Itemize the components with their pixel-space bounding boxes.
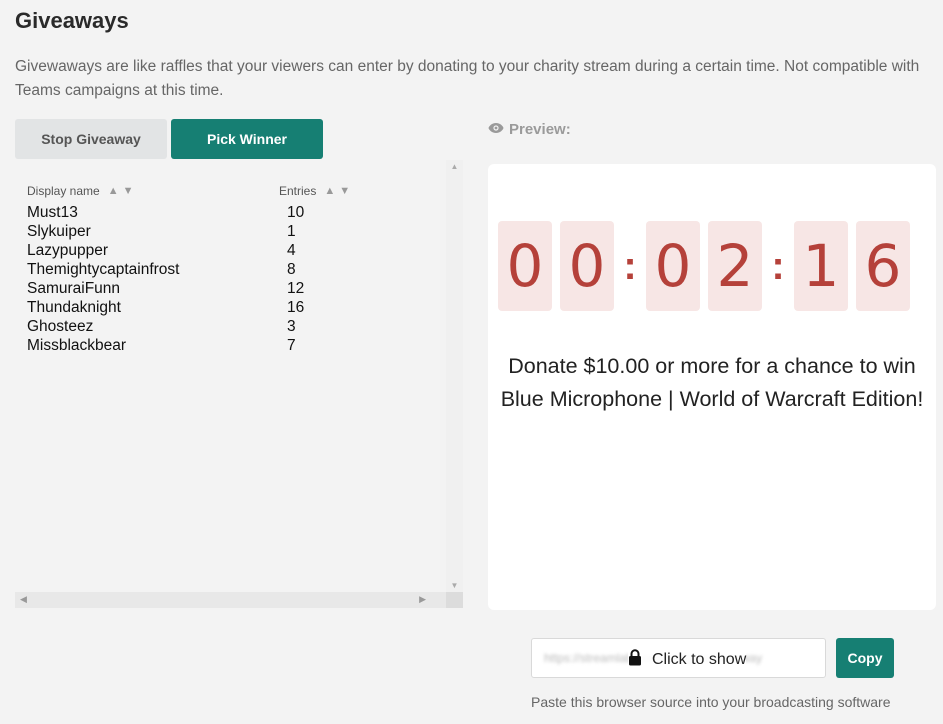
entrant-name: Must13 — [27, 204, 78, 221]
countdown-separator: : — [771, 243, 785, 288]
entries-table-body: Must13 10 Slykuiper 1 Lazypupper 4 Themi… — [27, 204, 347, 356]
countdown-digit: 6 — [856, 221, 910, 311]
entrant-name: Lazypupper — [27, 242, 109, 259]
sort-arrows-icon[interactable]: ▲▼ — [108, 185, 138, 197]
entry-count: 8 — [287, 261, 296, 278]
countdown-digit: 0 — [498, 221, 552, 311]
giveaway-message: Donate $10.00 or more for a chance to wi… — [500, 354, 924, 411]
browser-source-url-field[interactable]: https://streamlabs.com/widgets/giveaway … — [531, 638, 826, 678]
click-to-show-label: Click to show — [652, 651, 747, 668]
table-row: Slykuiper 1 — [27, 223, 347, 242]
scroll-left-icon[interactable]: ◀ — [20, 594, 27, 605]
horizontal-scrollbar[interactable]: ◀ ▶ — [15, 592, 446, 608]
giveaway-preview-card: 0 0 : 0 2 : 1 6 Donate $10.00 or more fo… — [488, 164, 936, 610]
countdown-digit: 0 — [560, 221, 614, 311]
entry-count: 4 — [287, 242, 296, 259]
entrant-name: Ghosteez — [27, 318, 94, 335]
scrollbar-corner — [446, 592, 463, 608]
entry-count: 7 — [287, 337, 296, 354]
table-row: Ghosteez 3 — [27, 318, 347, 337]
entries-list-panel[interactable]: Display name ▲▼ Entries ▲▼ Must13 10 Sly… — [15, 160, 463, 608]
entry-count: 10 — [287, 204, 305, 221]
vertical-scrollbar[interactable]: ▲ ▼ — [446, 160, 463, 592]
entrant-name: Themightycaptainfrost — [27, 261, 180, 278]
lock-icon — [628, 649, 642, 671]
entry-count: 3 — [287, 318, 296, 335]
preview-heading: Preview: — [488, 121, 571, 138]
click-to-show-toggle[interactable]: Click to show — [628, 649, 747, 671]
table-row: Thundaknight 16 — [27, 299, 347, 318]
entrant-name: Slykuiper — [27, 223, 91, 240]
entry-count: 16 — [287, 299, 305, 316]
countdown-digit: 0 — [646, 221, 700, 311]
column-header-entries[interactable]: Entries ▲▼ — [279, 184, 354, 198]
table-row: Must13 10 — [27, 204, 347, 223]
table-row: Missblackbear 7 — [27, 337, 347, 356]
countdown-digit: 1 — [794, 221, 848, 311]
pick-winner-button[interactable]: Pick Winner — [171, 119, 323, 159]
entrant-name: SamuraiFunn — [27, 280, 121, 297]
preview-label: Preview: — [509, 121, 571, 138]
page-title: Giveaways — [15, 8, 129, 33]
entrant-name: Missblackbear — [27, 337, 127, 354]
entry-count: 1 — [287, 223, 296, 240]
scroll-down-icon[interactable]: ▼ — [446, 581, 463, 590]
table-row: Lazypupper 4 — [27, 242, 347, 261]
countdown-separator: : — [623, 243, 637, 288]
countdown-timer: 0 0 : 0 2 : 1 6 — [498, 221, 910, 311]
entry-count: 12 — [287, 280, 305, 297]
copy-button[interactable]: Copy — [836, 638, 894, 678]
column-header-label: Display name — [27, 184, 100, 198]
table-row: Themightycaptainfrost 8 — [27, 261, 347, 280]
eye-icon — [488, 121, 504, 138]
table-row: SamuraiFunn 12 — [27, 280, 347, 299]
browser-source-hint: Paste this browser source into your broa… — [531, 694, 891, 710]
scroll-up-icon[interactable]: ▲ — [446, 162, 463, 171]
column-header-display-name[interactable]: Display name ▲▼ — [27, 184, 137, 198]
countdown-digit: 2 — [708, 221, 762, 311]
stop-giveaway-button[interactable]: Stop Giveaway — [15, 119, 167, 159]
page-description: Givewaways are like raffles that your vi… — [15, 58, 920, 99]
scroll-right-icon[interactable]: ▶ — [419, 594, 426, 605]
sort-arrows-icon[interactable]: ▲▼ — [324, 185, 354, 197]
entrant-name: Thundaknight — [27, 299, 121, 316]
column-header-label: Entries — [279, 184, 317, 198]
